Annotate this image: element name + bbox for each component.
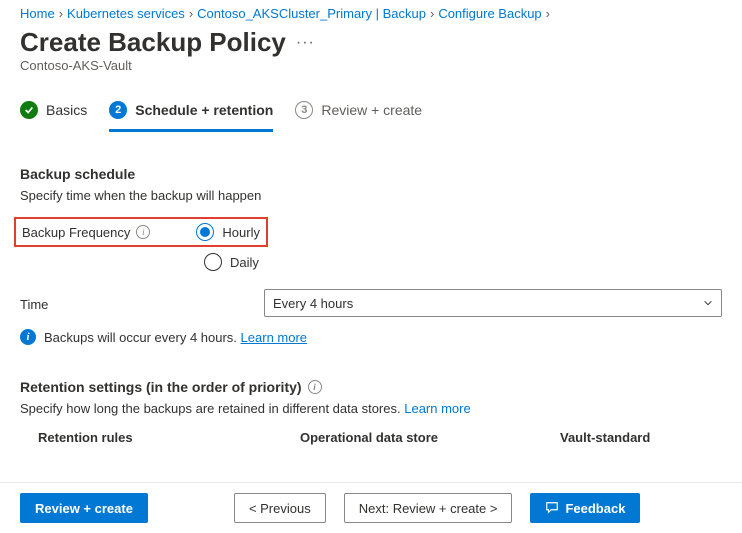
time-select[interactable]: Every 4 hours xyxy=(264,289,722,317)
retention-heading: Retention settings (in the order of prio… xyxy=(20,379,302,395)
page-subtitle: Contoso-AKS-Vault xyxy=(0,58,742,91)
feedback-label: Feedback xyxy=(565,501,625,516)
previous-button[interactable]: < Previous xyxy=(234,493,326,523)
learn-more-link[interactable]: Learn more xyxy=(404,401,470,416)
breadcrumb-link[interactable]: Contoso_AKSCluster_Primary | Backup xyxy=(197,6,426,21)
tab-schedule-retention[interactable]: 2 Schedule + retention xyxy=(109,91,273,132)
backup-frequency-label-highlight: Backup Frequency i Hourly xyxy=(14,217,268,247)
radio-daily[interactable]: Daily xyxy=(204,253,722,271)
chevron-right-icon: › xyxy=(546,6,550,21)
radio-hourly[interactable]: Hourly xyxy=(196,223,260,241)
retention-desc: Specify how long the backups are retaine… xyxy=(20,401,401,416)
chevron-right-icon: › xyxy=(430,6,434,21)
feedback-icon xyxy=(545,501,559,515)
step-number-icon: 2 xyxy=(109,101,127,119)
breadcrumb-link[interactable]: Home xyxy=(20,6,55,21)
col-retention-rules: Retention rules xyxy=(20,430,300,445)
tab-review-create[interactable]: 3 Review + create xyxy=(295,91,422,132)
chevron-down-icon xyxy=(703,298,713,308)
checkmark-icon xyxy=(20,101,38,119)
breadcrumb: Home › Kubernetes services › Contoso_AKS… xyxy=(0,0,742,23)
tab-label: Review + create xyxy=(321,102,422,118)
learn-more-link[interactable]: Learn more xyxy=(241,330,307,345)
chevron-right-icon: › xyxy=(59,6,63,21)
breadcrumb-link[interactable]: Configure Backup xyxy=(438,6,541,21)
breadcrumb-link[interactable]: Kubernetes services xyxy=(67,6,185,21)
backup-schedule-desc: Specify time when the backup will happen xyxy=(20,188,722,203)
backup-frequency-label: Backup Frequency xyxy=(22,225,130,240)
wizard-footer: Review + create < Previous Next: Review … xyxy=(0,482,742,533)
radio-icon xyxy=(204,253,222,271)
time-label: Time xyxy=(20,295,264,312)
radio-icon xyxy=(196,223,214,241)
tab-label: Basics xyxy=(46,102,87,118)
retention-table-header: Retention rules Operational data store V… xyxy=(20,430,722,445)
step-number-icon: 3 xyxy=(295,101,313,119)
tab-basics[interactable]: Basics xyxy=(20,91,87,132)
select-value: Every 4 hours xyxy=(273,296,353,311)
review-create-button[interactable]: Review + create xyxy=(20,493,148,523)
info-icon[interactable]: i xyxy=(308,380,322,394)
col-operational-data-store: Operational data store xyxy=(300,430,560,445)
info-icon: i xyxy=(20,329,36,345)
wizard-tabs: Basics 2 Schedule + retention 3 Review +… xyxy=(0,91,742,132)
info-icon[interactable]: i xyxy=(136,225,150,239)
next-button[interactable]: Next: Review + create > xyxy=(344,493,513,523)
schedule-info-banner: i Backups will occur every 4 hours. Lear… xyxy=(20,329,722,345)
info-text: Backups will occur every 4 hours. xyxy=(44,330,237,345)
radio-label: Hourly xyxy=(222,225,260,240)
feedback-button[interactable]: Feedback xyxy=(530,493,640,523)
tab-label: Schedule + retention xyxy=(135,102,273,118)
page-title: Create Backup Policy xyxy=(20,27,286,58)
col-vault-standard: Vault-standard xyxy=(560,430,722,445)
more-icon[interactable]: ··· xyxy=(296,34,315,52)
radio-label: Daily xyxy=(230,255,259,270)
backup-schedule-heading: Backup schedule xyxy=(20,166,722,182)
chevron-right-icon: › xyxy=(189,6,193,21)
